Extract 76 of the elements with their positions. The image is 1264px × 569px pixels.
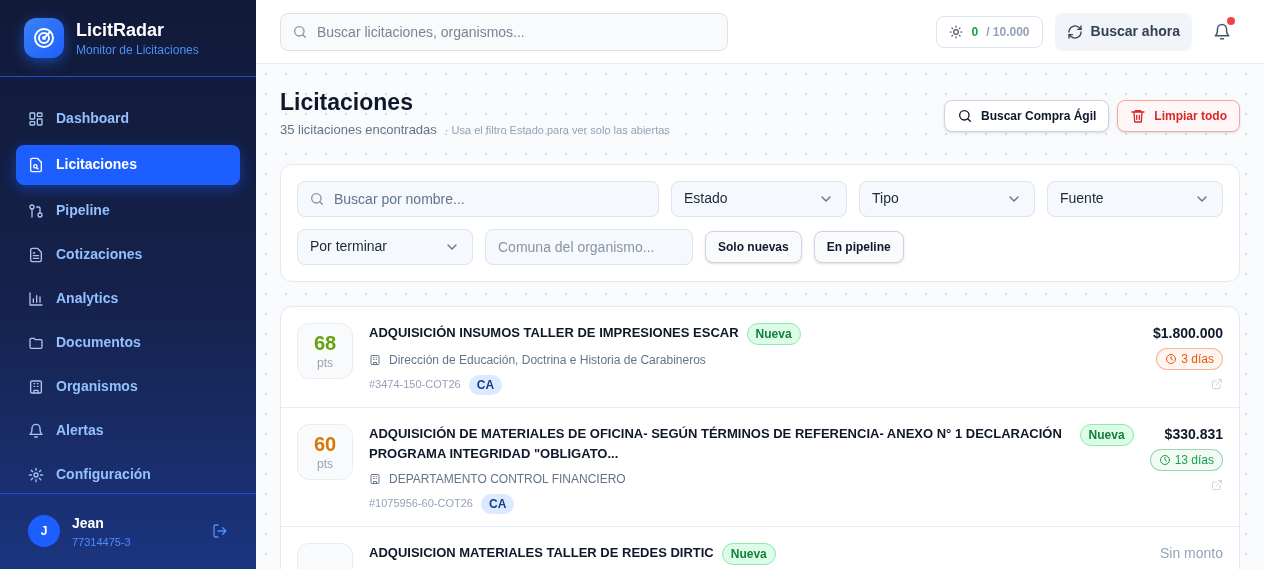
search-icon <box>309 190 325 207</box>
bar-chart-icon <box>28 290 44 307</box>
logout-button[interactable] <box>212 523 228 540</box>
branch-icon <box>28 202 44 219</box>
grid-icon <box>28 110 44 127</box>
page-title: Licitaciones <box>280 88 414 116</box>
sidebar-item[interactable]: Cotizaciones <box>16 236 240 273</box>
tender-title[interactable]: ADQUISICION MATERIALES TALLER DE REDES DIRTIC <box>369 542 714 563</box>
user-name: Jean <box>72 513 105 533</box>
score-value: 68 <box>313 330 337 355</box>
sidebar-item[interactable]: Licitaciones <box>16 144 240 185</box>
filter-toggle[interactable]: Solo nuevas <box>705 230 802 263</box>
tender-title[interactable]: ADQUISICIÓN DE MATERIALES DE OFICINA- SEGÚN TÉRMINOS DE REFERENCIA- ANEXO N° 1 DECLARACIÓN PROGRAMA INTEGRIDAD "OBLIGATO... <box>369 423 1072 464</box>
clock-icon <box>1165 352 1178 365</box>
dropdown[interactable]: Fuente <box>1047 180 1223 217</box>
sidebar-item[interactable]: Organismos <box>16 368 240 405</box>
search-field[interactable]: Buscar licitaciones, organismos... <box>280 12 728 51</box>
clock-icon <box>1158 453 1171 466</box>
radar-icon <box>32 25 56 50</box>
refresh-icon <box>1066 23 1083 40</box>
external-link-icon <box>1211 377 1223 390</box>
sun-icon <box>949 24 964 39</box>
score-unit: pts <box>317 354 333 371</box>
tender-code: #1075956-60-COT26 <box>369 496 473 512</box>
dropdown[interactable]: Estado <box>671 180 847 217</box>
sidebar-item[interactable]: Pipeline <box>16 192 240 229</box>
sidebar-item[interactable]: Dashboard <box>16 100 240 137</box>
brand-tagline: Monitor de Licitaciones <box>76 41 199 58</box>
bell-icon <box>1213 22 1231 41</box>
result-count: 35 licitaciones encontradas <box>280 121 437 139</box>
amount: $330.831 <box>1164 424 1223 444</box>
logout-icon <box>212 523 228 540</box>
building-icon <box>28 378 44 395</box>
new-badge: Nueva <box>746 322 801 345</box>
amount: Sin monto <box>1159 543 1223 563</box>
trash-icon <box>1130 108 1147 124</box>
new-badge: Nueva <box>721 542 776 565</box>
dropdown[interactable]: Por terminar <box>297 228 473 265</box>
user-avatar: J <box>28 515 60 548</box>
name-search-field[interactable]: Buscar por nombre... <box>297 180 659 217</box>
search-icon <box>956 108 973 124</box>
user-id: 77314475-3 <box>72 534 132 550</box>
tender-code: #3474-150-COT26 <box>369 377 461 393</box>
score-unit: pts <box>317 455 333 472</box>
file-search-icon <box>28 156 44 173</box>
brand-name: LicitRadar <box>76 18 166 42</box>
commune-field[interactable]: Comuna del organismo... <box>485 228 693 265</box>
bell-icon <box>28 422 44 439</box>
building-icon <box>369 472 381 485</box>
new-badge: Nueva <box>1079 423 1134 446</box>
deadline-badge: 3 días <box>1156 347 1223 370</box>
agency-name: Dirección de Educación, Doctrina e Historia de Carabineros <box>389 351 706 369</box>
amount: $1.800.000 <box>1152 323 1223 343</box>
quota-used: 0 <box>971 23 979 41</box>
search-now-button[interactable]: Buscar ahora <box>1054 12 1192 51</box>
deadline-badge: 13 días <box>1149 448 1223 471</box>
type-tag: CA <box>480 493 515 514</box>
sidebar-item[interactable]: Alertas <box>16 412 240 449</box>
type-tag: CA <box>468 374 503 395</box>
search-button[interactable]: Buscar Compra Ágil <box>943 100 1110 132</box>
search-icon <box>292 23 308 40</box>
sidebar-item[interactable]: Analytics <box>16 280 240 317</box>
sidebar-item[interactable]: Configuración <box>16 456 240 493</box>
dropdown[interactable]: Tipo <box>859 180 1035 217</box>
settings-icon <box>28 466 44 483</box>
score-value: 60 <box>313 431 337 456</box>
tender-title[interactable]: ADQUISICIÓN INSUMOS TALLER DE IMPRESIONES ESCAR <box>369 322 739 343</box>
filter-hint: · Usa el filtro Estado para ver solo las abiertas <box>444 123 670 138</box>
document-icon <box>28 246 44 263</box>
agency-name: DEPARTAMENTO CONTROL FINANCIERO <box>389 470 626 488</box>
building-icon <box>369 353 381 366</box>
filter-toggle[interactable]: En pipeline <box>813 230 904 263</box>
quota-total: / 10.000 <box>986 23 1030 41</box>
clear-all-button[interactable]: Limpiar todo <box>1117 100 1240 132</box>
external-link-icon <box>1211 478 1223 491</box>
sidebar-item[interactable]: Documentos <box>16 324 240 361</box>
